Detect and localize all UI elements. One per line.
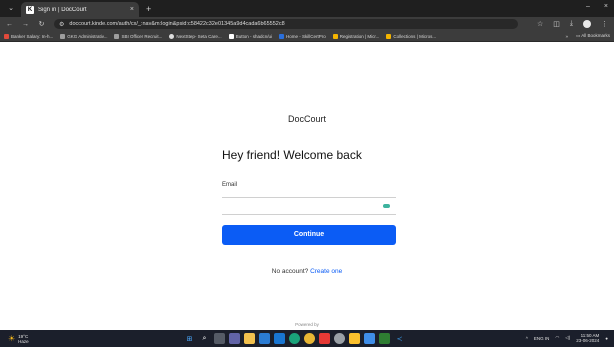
close-window-button[interactable]: × (604, 3, 608, 10)
bookmark-label: Registration | Micr... (339, 33, 380, 39)
terminal-icon[interactable] (379, 333, 390, 344)
weather-widget[interactable]: ☀ 19°C Haze (8, 334, 29, 344)
taskbar-apps: ⊞ ⌕ ≺ (184, 333, 405, 344)
bookmarks-right: » ▭ All Bookmarks (565, 33, 610, 39)
language-indicator[interactable]: ENG IN (534, 336, 550, 341)
tab-close-icon[interactable]: × (130, 6, 134, 13)
bookmark-star-icon[interactable]: ☆ (537, 20, 543, 28)
toolbar-icons: ☆ ◫ ⤓ ⋮ (537, 20, 608, 28)
signup-prompt: No account? Create one (0, 268, 614, 275)
bookmark-item[interactable]: NextStep- Seta Care... (169, 33, 222, 39)
bookmarks-bar: Banker Salary: In-h... GKG Administrativ… (0, 31, 614, 42)
address-bar-row: ← → ↻ ⚙ doccourt.kinde.com/auth/cx/_:nav… (0, 17, 614, 31)
bookmark-favicon-icon (278, 33, 284, 39)
bookmark-label: Home - SkillCertPro (285, 33, 326, 39)
bookmark-item[interactable]: SBI Officer Recruit... (114, 33, 163, 39)
powered-by-text: Powered by (295, 322, 319, 327)
all-bookmarks-label: All Bookmarks (581, 33, 610, 38)
tab-sign-in[interactable]: K Sign in | DocCourt × (21, 2, 139, 17)
extensions-icon[interactable]: ◫ (553, 20, 560, 28)
email-label: Email (222, 182, 238, 188)
wifi-icon[interactable]: ◠ (555, 335, 559, 341)
bookmark-label: Button - shadcn/ui (235, 33, 272, 39)
microsoft-logo-icon (332, 33, 338, 39)
create-account-link[interactable]: Create one (310, 268, 342, 275)
chat-icon[interactable] (229, 333, 240, 344)
brand-name: DocCourt (287, 114, 326, 124)
reload-icon[interactable]: ↻ (38, 20, 45, 28)
speaker-icon[interactable]: ◁) (565, 335, 570, 341)
clock[interactable]: 11:50 AM 23-06-2024 (576, 333, 599, 343)
edge-icon[interactable] (289, 333, 300, 344)
windows-taskbar: ☀ 19°C Haze ⊞ ⌕ ≺ ^ ENG IN ◠ ◁) 11:50 AM… (0, 330, 614, 347)
doccourt-favicon-icon: K (26, 5, 34, 14)
window-controls: – × (586, 3, 608, 10)
no-account-text: No account? (271, 268, 309, 275)
microsoft-logo-icon (386, 33, 392, 39)
bookmark-item[interactable]: GKG Administrativ... (60, 33, 108, 39)
new-tab-button[interactable]: + (146, 4, 151, 14)
windows-start-icon[interactable]: ⊞ (184, 333, 195, 344)
folder-icon: ▭ (575, 33, 581, 38)
calculator-icon[interactable] (364, 333, 375, 344)
profile-avatar[interactable] (583, 20, 591, 28)
bookmark-label: SBI Officer Recruit... (121, 33, 163, 39)
url-bar[interactable]: ⚙ doccourt.kinde.com/auth/cx/_:nav&m:log… (54, 19, 518, 29)
bookmark-favicon-icon (228, 33, 234, 39)
tray-overflow-icon[interactable]: ^ (526, 336, 528, 341)
task-view-icon[interactable] (214, 333, 225, 344)
vscode-icon[interactable]: ≺ (394, 333, 405, 344)
system-tray: ^ ENG IN ◠ ◁) 11:50 AM 23-06-2024 ● (526, 333, 608, 343)
sun-haze-icon: ☀ (8, 334, 16, 343)
bookmark-favicon-icon (60, 33, 66, 39)
bookmark-item[interactable]: Collections | Micros... (386, 33, 437, 39)
bookmarks-overflow-button[interactable]: » (565, 34, 568, 39)
all-bookmarks-button[interactable]: ▭ All Bookmarks (576, 33, 610, 39)
forward-icon[interactable]: → (22, 21, 29, 28)
bookmark-favicon-icon (169, 33, 175, 39)
bookmark-label: GKG Administrativ... (67, 33, 108, 39)
site-info-icon[interactable]: ⚙ (59, 21, 64, 28)
bookmark-label: Banker Salary: In-h... (11, 33, 54, 39)
clock-date: 23-06-2024 (576, 338, 600, 343)
url-text[interactable]: doccourt.kinde.com/auth/cx/_:nav&m:login… (69, 21, 284, 27)
minimize-button[interactable]: – (586, 3, 590, 10)
bookmark-item[interactable]: Banker Salary: In-h... (4, 33, 54, 39)
bookmark-favicon-icon (4, 33, 9, 39)
file-explorer-icon[interactable] (244, 333, 255, 344)
tab-search-icon[interactable]: ⌄ (4, 3, 18, 15)
password-manager-key-icon[interactable] (383, 204, 390, 208)
continue-button[interactable]: Continue (222, 225, 396, 245)
back-icon[interactable]: ← (6, 21, 13, 28)
bookmark-label: Collections | Micros... (393, 33, 437, 39)
notification-icon[interactable]: ● (605, 336, 608, 341)
settings-icon[interactable] (334, 333, 345, 344)
bookmark-item[interactable]: Button - shadcn/ui (228, 33, 272, 39)
sticky-notes-icon[interactable] (349, 333, 360, 344)
bookmark-item[interactable]: Registration | Micr... (332, 33, 380, 39)
mail-icon[interactable] (274, 333, 285, 344)
search-icon[interactable]: ⌕ (199, 333, 210, 344)
download-icon[interactable]: ⤓ (570, 20, 573, 28)
weather-desc: Haze (18, 338, 29, 344)
weather-text: 19°C Haze (18, 334, 29, 344)
bookmark-item[interactable]: Home - SkillCertPro (278, 33, 326, 39)
email-field[interactable] (222, 197, 396, 215)
media-icon[interactable] (319, 333, 330, 344)
chrome-icon[interactable] (304, 333, 315, 344)
menu-icon[interactable]: ⋮ (601, 20, 608, 28)
browser-tab-strip: ⌄ K Sign in | DocCourt × + – × (0, 0, 614, 17)
bookmark-favicon-icon (114, 33, 120, 39)
page-title: Hey friend! Welcome back (222, 148, 362, 162)
tab-title: Sign in | DocCourt (38, 6, 87, 13)
store-icon[interactable] (259, 333, 270, 344)
bookmark-label: NextStep- Seta Care... (176, 33, 222, 39)
